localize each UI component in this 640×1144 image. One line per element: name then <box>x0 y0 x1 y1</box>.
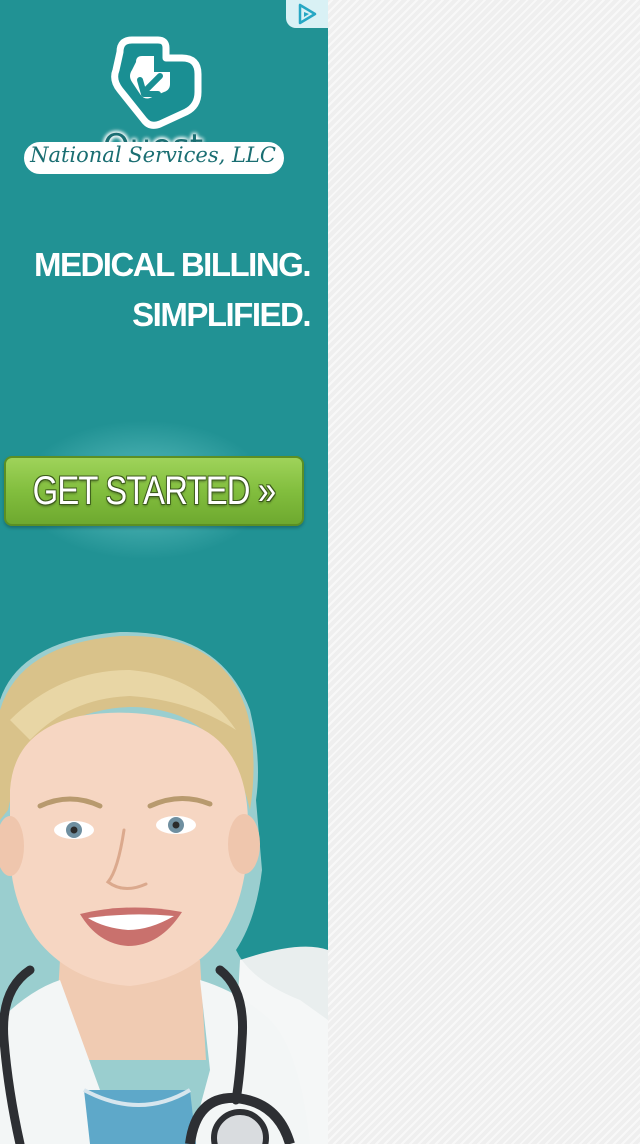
logo-subtitle: National Services, LLC <box>30 143 276 167</box>
adchoices-button[interactable] <box>286 0 328 28</box>
get-started-label: GET STARTED » <box>32 468 277 513</box>
adchoices-icon <box>298 3 317 25</box>
headline-line-2: SIMPLIFIED. <box>132 296 311 333</box>
advertisement-banner[interactable]: Quest National Services, LLC MEDICAL BIL… <box>0 0 328 1144</box>
ad-headline: MEDICAL BILLING. SIMPLIFIED. <box>0 240 312 340</box>
get-started-button[interactable]: GET STARTED » <box>4 456 304 526</box>
arrow-logo-icon <box>111 36 202 129</box>
doctor-photo <box>0 631 328 1144</box>
company-logo: Quest National Services, LLC <box>20 28 286 178</box>
headline-line-1: MEDICAL BILLING. <box>33 246 312 283</box>
